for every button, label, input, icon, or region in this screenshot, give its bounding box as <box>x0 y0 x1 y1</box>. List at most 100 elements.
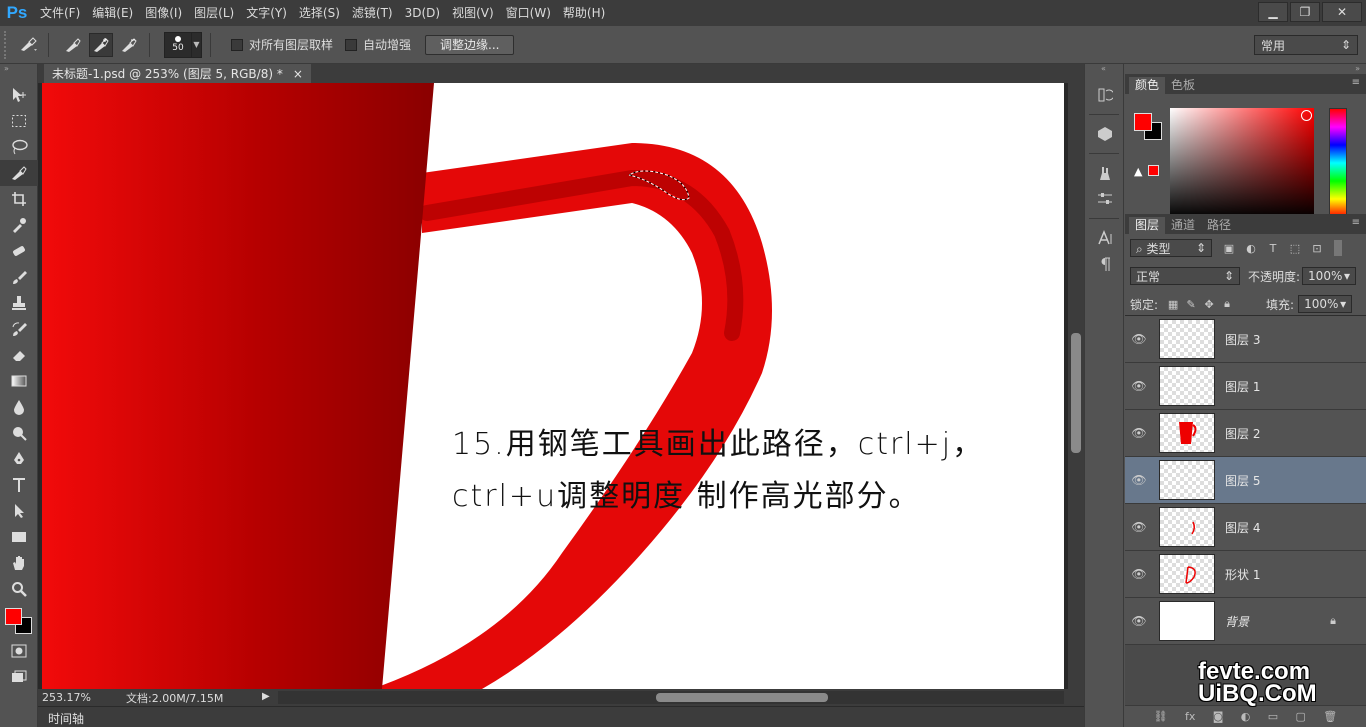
restore-button[interactable]: ❐ <box>1290 2 1320 22</box>
clone-stamp-tool-icon[interactable] <box>0 290 38 316</box>
layer-row[interactable]: 👁︎ 图层 2 <box>1125 410 1366 457</box>
checkbox-box[interactable] <box>231 38 243 51</box>
fill-input[interactable]: 100% ▾ <box>1298 295 1353 313</box>
history-panel-icon[interactable] <box>1085 82 1125 108</box>
layer-row[interactable]: 👁︎ 图层 3 <box>1125 316 1366 363</box>
foreground-color-swatch[interactable] <box>5 608 22 625</box>
menu-select[interactable]: 选择(S) <box>293 0 346 26</box>
checkbox-box[interactable] <box>345 38 358 51</box>
zoom-tool-icon[interactable] <box>0 576 38 602</box>
chevron-down-icon[interactable]: ▾ <box>1340 297 1346 311</box>
color-panel-foreground-swatch[interactable] <box>1134 113 1152 131</box>
layer-name[interactable]: 背景 <box>1225 613 1249 630</box>
vertical-scrollbar[interactable] <box>1068 83 1084 689</box>
horizontal-scroll-thumb[interactable] <box>656 693 828 702</box>
filter-smartobject-icon[interactable]: ⊡ <box>1308 239 1326 257</box>
add-mask-icon[interactable]: ◙ <box>1213 710 1224 723</box>
layer-thumbnail[interactable] <box>1159 601 1215 641</box>
auto-enhance-checkbox[interactable]: 自动增强 <box>345 36 411 53</box>
zoom-level[interactable]: 253.17% <box>38 691 98 704</box>
menu-layer[interactable]: 图层(L) <box>188 0 240 26</box>
visibility-eye-icon[interactable]: 👁︎ <box>1125 426 1153 440</box>
marquee-tool-icon[interactable] <box>0 108 38 134</box>
tab-layers[interactable]: 图层 <box>1129 217 1166 234</box>
layer-name[interactable]: 图层 4 <box>1225 519 1260 536</box>
new-layer-icon[interactable]: ▢ <box>1296 710 1306 723</box>
panel-menu-icon[interactable]: ≡ <box>1352 77 1360 88</box>
gamut-warning-swatch[interactable] <box>1148 165 1159 176</box>
history-brush-tool-icon[interactable] <box>0 316 38 342</box>
add-to-selection-icon[interactable] <box>89 32 113 57</box>
new-group-icon[interactable]: ▭ <box>1268 710 1278 723</box>
3d-panel-icon[interactable] <box>1085 121 1125 147</box>
menu-edit[interactable]: 编辑(E) <box>86 0 139 26</box>
adjustment-layer-icon[interactable]: ◐ <box>1241 710 1251 723</box>
document-canvas[interactable]: 15.用钢笔工具画出此路径，ctrl+j， ctrl+u调整明度 制作高光部分。 <box>42 83 1064 689</box>
layer-row[interactable]: 👁︎ 图层 4 <box>1125 504 1366 551</box>
layer-style-icon[interactable]: fx <box>1185 710 1195 723</box>
collapse-dock-icon[interactable]: » <box>1125 64 1366 74</box>
brush-size-picker[interactable]: 50 <box>164 31 192 58</box>
horizontal-scrollbar[interactable] <box>278 691 1064 704</box>
close-button[interactable]: ✕ <box>1322 2 1362 22</box>
hand-tool-icon[interactable] <box>0 550 38 576</box>
dodge-tool-icon[interactable] <box>0 420 38 446</box>
quick-mask-icon[interactable] <box>0 638 38 664</box>
tab-channels[interactable]: 通道 <box>1165 217 1201 234</box>
visibility-eye-icon[interactable]: 👁︎ <box>1125 379 1153 393</box>
refine-edge-button[interactable]: 调整边缘... <box>425 34 515 55</box>
collapse-strip-icon[interactable]: « <box>1085 64 1123 82</box>
healing-brush-tool-icon[interactable] <box>0 238 38 264</box>
color-picker-field[interactable] <box>1170 108 1314 218</box>
lock-all-icon[interactable]: 🔒︎ <box>1218 297 1236 311</box>
menu-help[interactable]: 帮助(H) <box>557 0 611 26</box>
panel-menu-icon[interactable]: ≡ <box>1352 217 1360 228</box>
filter-adjustment-icon[interactable]: ◐ <box>1242 239 1260 257</box>
type-tool-icon[interactable] <box>0 472 38 498</box>
menu-3d[interactable]: 3D(D) <box>399 0 446 26</box>
menu-type[interactable]: 文字(Y) <box>240 0 293 26</box>
move-tool-icon[interactable] <box>0 82 38 108</box>
blend-mode-select[interactable]: 正常 ⇕ <box>1130 267 1240 285</box>
rectangle-tool-icon[interactable] <box>0 524 38 550</box>
filter-toggle[interactable] <box>1334 240 1342 256</box>
layer-thumbnail[interactable] <box>1159 319 1215 359</box>
pen-tool-icon[interactable] <box>0 446 38 472</box>
blur-tool-icon[interactable] <box>0 394 38 420</box>
layer-name[interactable]: 图层 2 <box>1225 425 1260 442</box>
visibility-eye-icon[interactable]: 👁︎ <box>1125 567 1153 581</box>
layer-thumbnail[interactable] <box>1159 460 1215 500</box>
tab-paths[interactable]: 路径 <box>1201 217 1237 234</box>
lock-pixels-icon[interactable]: ✎ <box>1182 298 1200 311</box>
layer-filter-select[interactable]: ⌕ 类型 ⇕ <box>1130 239 1212 257</box>
brush-presets-panel-icon[interactable] <box>1085 160 1125 186</box>
menu-image[interactable]: 图像(I) <box>139 0 188 26</box>
menu-view[interactable]: 视图(V) <box>446 0 500 26</box>
minimize-button[interactable]: ▁ <box>1258 2 1288 22</box>
options-grip[interactable] <box>4 30 12 59</box>
tab-swatches[interactable]: 色板 <box>1165 77 1201 94</box>
status-menu-arrow-icon[interactable]: ▶ <box>262 691 270 702</box>
layer-row[interactable]: 👁︎ 图层 1 <box>1125 363 1366 410</box>
paragraph-panel-icon[interactable] <box>1085 251 1125 277</box>
new-selection-icon[interactable] <box>61 33 85 57</box>
opacity-input[interactable]: 100% ▾ <box>1302 267 1357 285</box>
layer-row-background[interactable]: 👁︎ 背景 🔒︎ <box>1125 598 1366 645</box>
layer-thumbnail[interactable] <box>1159 366 1215 406</box>
close-tab-icon[interactable]: × <box>293 67 303 81</box>
layer-thumbnail[interactable] <box>1159 554 1215 594</box>
quick-selection-preset-icon[interactable] <box>16 33 40 57</box>
eraser-tool-icon[interactable] <box>0 342 38 368</box>
sample-all-layers-checkbox[interactable]: 对所有图层取样 <box>231 36 333 53</box>
layer-row[interactable]: 👁︎ 形状 1 <box>1125 551 1366 598</box>
layer-thumbnail[interactable] <box>1159 413 1215 453</box>
link-layers-icon[interactable]: ⛓ <box>1154 710 1168 723</box>
quick-selection-tool-icon[interactable] <box>0 160 38 186</box>
filter-pixel-icon[interactable]: ▣ <box>1220 239 1238 257</box>
layer-name[interactable]: 图层 3 <box>1225 331 1260 348</box>
visibility-eye-icon[interactable]: 👁︎ <box>1125 520 1153 534</box>
lasso-tool-icon[interactable] <box>0 134 38 160</box>
canvas-area[interactable]: 15.用钢笔工具画出此路径，ctrl+j， ctrl+u调整明度 制作高光部分。 <box>38 83 1068 689</box>
color-picker-cursor[interactable] <box>1301 110 1312 121</box>
layer-row-selected[interactable]: 👁︎ 图层 5 <box>1125 457 1366 504</box>
